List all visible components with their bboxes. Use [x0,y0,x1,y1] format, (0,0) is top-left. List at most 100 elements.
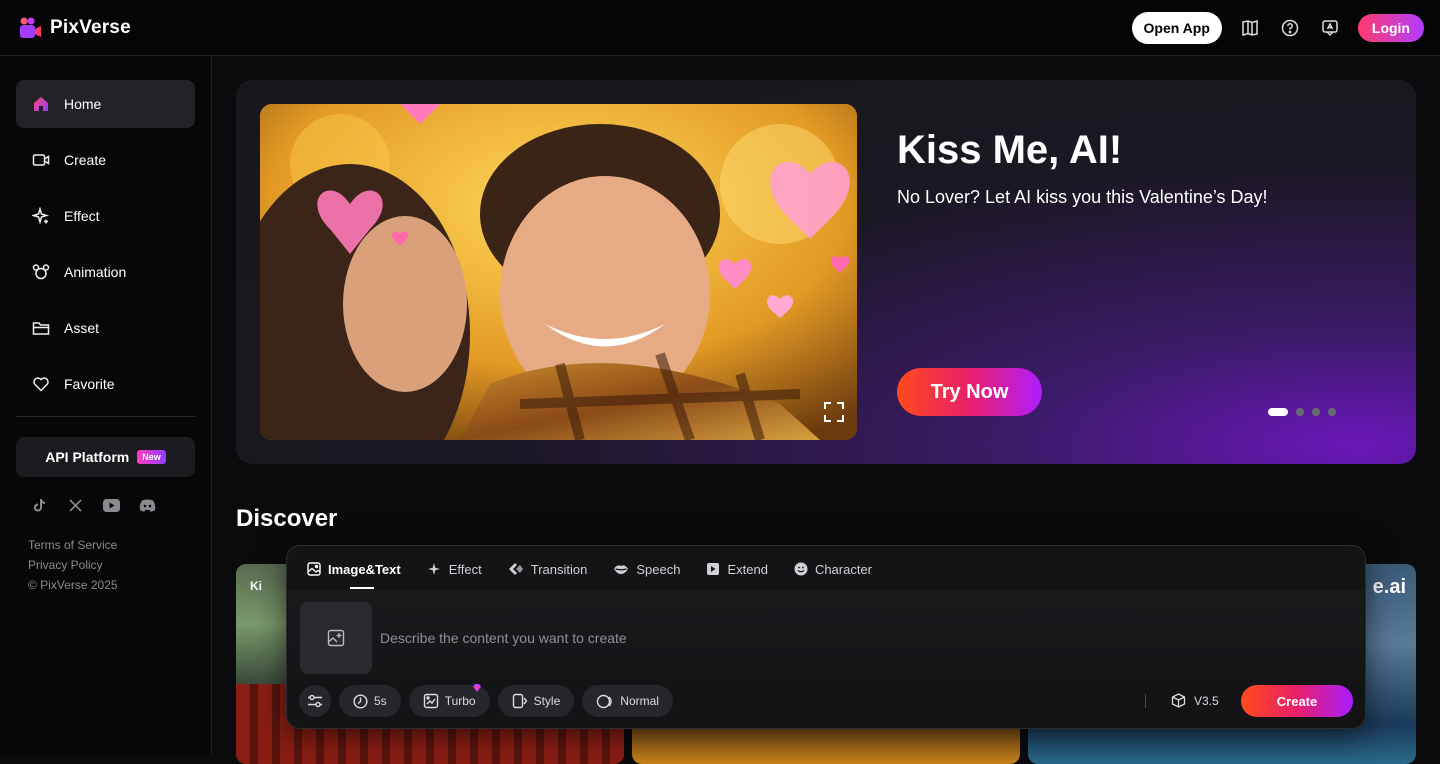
tab-speech[interactable]: Speech [613,560,680,578]
extend-icon [707,563,720,575]
tab-transition[interactable]: Transition [508,560,588,578]
hero-title: Kiss Me, AI! [897,128,1123,172]
carousel-dot[interactable] [1328,408,1336,416]
carousel-dot[interactable] [1296,408,1304,416]
discover-heading: Discover [236,505,338,532]
tab-label: Speech [636,561,681,577]
sidebar-divider [16,416,195,417]
transition-icon [508,563,523,575]
api-platform-button[interactable]: API Platform New [16,437,195,477]
terms-link[interactable]: Terms of Service [28,538,117,552]
tab-character[interactable]: Character [794,560,872,578]
book-icon[interactable] [1238,16,1262,40]
youtube-icon[interactable] [102,496,120,514]
tab-label: Transition [530,561,588,577]
card-label: e.ai [1372,576,1406,598]
x-icon[interactable] [66,496,84,514]
sidebar: Home Create Effect Animation Asset Favor… [0,56,212,754]
composer-tabs: Image&Text Effect Transition Speech Exte… [307,560,872,578]
open-app-button[interactable]: Open App [1131,12,1222,44]
copyright: © PixVerse 2025 [28,578,118,592]
tab-effect[interactable]: Effect [427,560,482,578]
cube-icon [1171,693,1186,708]
model-version-selector[interactable]: V3.5 [1171,693,1219,708]
version-label: V3.5 [1194,693,1219,708]
help-icon[interactable] [1278,16,1302,40]
mode-label: Normal [620,694,659,708]
try-now-button[interactable]: Try Now [897,368,1042,416]
create-button[interactable]: Create [1241,685,1353,717]
lips-icon [614,565,629,574]
image-upload-button[interactable] [300,602,372,674]
sliders-icon [308,694,322,708]
style-button[interactable]: Style [497,685,575,717]
composer-tools: 5s Turbo Style Normal [299,682,673,717]
card-label: Ki [250,579,262,593]
sidebar-item-label: Create [64,152,107,168]
sidebar-item-label: Home [64,96,102,112]
heart-icon [33,377,49,392]
sidebar-item-effect[interactable]: Effect [16,192,195,240]
add-image-icon [327,629,345,647]
sidebar-item-create[interactable]: Create [16,136,195,184]
prompt-input[interactable]: Describe the content you want to create [380,630,627,646]
home-icon [34,97,48,111]
tab-extend[interactable]: Extend [706,560,768,578]
prompt-composer: Image&Text Effect Transition Speech Exte… [286,545,1366,729]
hero-subtitle: No Lover? Let AI kiss you this Valentine… [897,187,1268,207]
sidebar-item-favorite[interactable]: Favorite [16,360,195,408]
logo-text: PixVerse [50,17,131,38]
privacy-link[interactable]: Privacy Policy [28,558,103,572]
duration-button[interactable]: 5s [339,685,401,717]
sidebar-item-label: Asset [64,320,100,336]
premium-gem-icon [472,682,482,696]
discord-icon[interactable] [138,496,156,514]
toolbar-separator [1145,694,1146,708]
social-links [30,496,156,514]
settings-button[interactable] [299,685,331,717]
top-bar: PixVerse Open App Login [0,0,1440,56]
tab-label: Effect [448,561,482,577]
mode-button[interactable]: Normal [582,685,673,717]
image-icon [307,562,321,576]
prompt-area[interactable]: Describe the content you want to create [288,590,1364,680]
sidebar-item-label: Animation [64,264,127,280]
video-camera-icon [32,154,50,166]
feedback-icon[interactable] [1318,16,1342,40]
turbo-button[interactable]: Turbo [408,682,490,717]
sidebar-item-home[interactable]: Home [16,80,195,128]
sparkle-icon [427,562,440,575]
pixverse-logo-icon [18,16,42,40]
turbo-icon [423,693,438,709]
duration-label: 5s [374,694,387,708]
hero-banner: Kiss Me, AI! No Lover? Let AI kiss you t… [236,80,1416,464]
clock-icon [353,693,368,709]
carousel-dots [1268,408,1336,416]
api-platform-label: API Platform [45,449,130,465]
carousel-dot[interactable] [1268,408,1288,416]
sidebar-item-label: Favorite [64,376,115,392]
sidebar-item-asset[interactable]: Asset [16,304,195,352]
style-icon [512,693,528,709]
active-tab-indicator [350,587,374,589]
logo[interactable]: PixVerse [18,16,131,40]
tab-label: Character [814,561,873,577]
sparkle-icon [32,207,50,225]
tab-label: Extend [727,561,768,577]
mouse-ears-icon [32,264,50,280]
new-badge: New [137,450,166,464]
smile-icon [794,562,808,576]
folder-icon [32,322,50,335]
login-button[interactable]: Login [1357,14,1424,42]
turbo-label: Turbo [444,694,476,708]
fullscreen-icon[interactable] [823,401,845,428]
tiktok-icon[interactable] [30,496,48,514]
tab-label: Image&Text [328,561,401,577]
tab-image-text[interactable]: Image&Text [307,560,401,578]
mode-icon [597,694,612,708]
style-label: Style [533,694,561,708]
sidebar-item-animation[interactable]: Animation [16,248,195,296]
sidebar-item-label: Effect [64,208,100,224]
hero-image[interactable] [260,104,857,440]
carousel-dot[interactable] [1312,408,1320,416]
